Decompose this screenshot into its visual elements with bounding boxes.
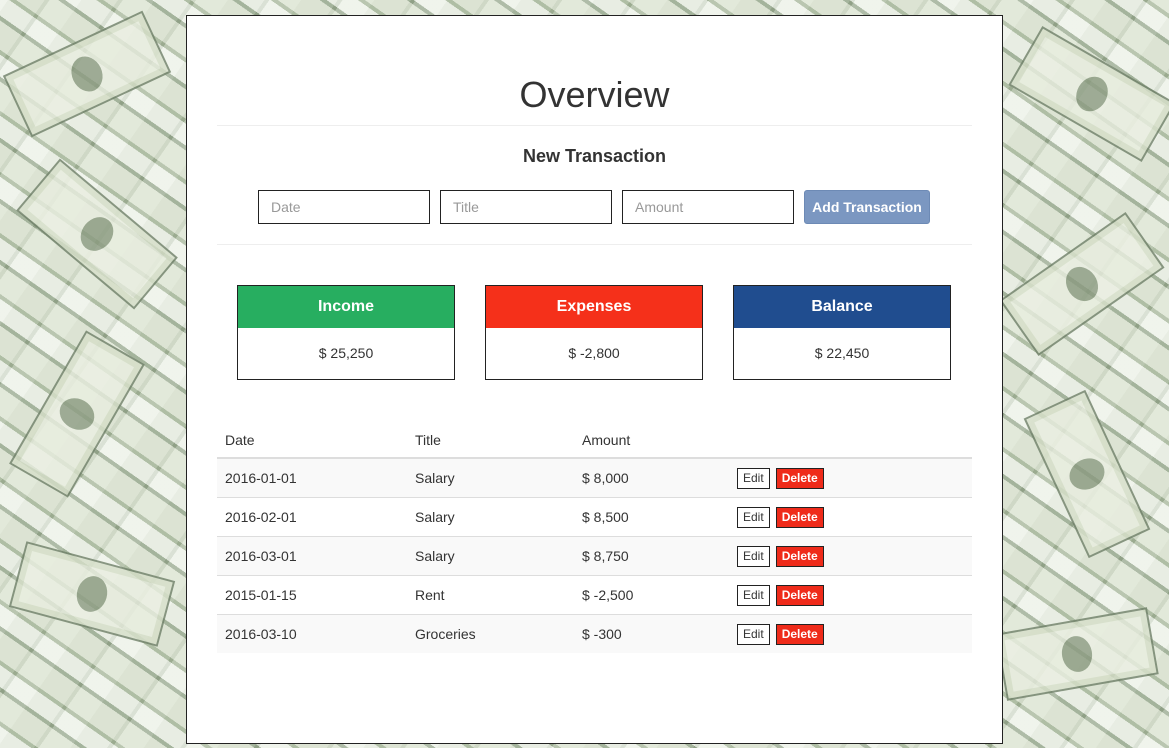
row-actions: Edit Delete bbox=[729, 497, 972, 537]
amount-input[interactable] bbox=[622, 190, 794, 224]
row-amount: $ -300 bbox=[574, 614, 729, 653]
table-row: 2016-02-01 Salary $ 8,500 Edit Delete bbox=[217, 497, 972, 537]
column-header-title: Title bbox=[407, 423, 574, 459]
banknote-image bbox=[999, 211, 1165, 357]
title-input[interactable] bbox=[440, 190, 612, 224]
income-value: $ 25,250 bbox=[318, 345, 374, 361]
banknote-image bbox=[995, 607, 1159, 701]
table-row: 2016-03-01 Salary $ 8,750 Edit Delete bbox=[217, 536, 972, 576]
table-row: 2016-03-10 Groceries $ -300 Edit Delete bbox=[217, 614, 972, 653]
expenses-card-header: Expenses bbox=[486, 286, 702, 328]
divider bbox=[217, 125, 972, 126]
edit-button[interactable]: Edit bbox=[737, 545, 770, 567]
main-panel: Overview New Transaction Add Transaction… bbox=[186, 15, 1003, 744]
row-actions: Edit Delete bbox=[729, 614, 972, 653]
row-title: Salary bbox=[407, 497, 574, 537]
row-date: 2016-03-10 bbox=[217, 614, 407, 653]
balance-card-header: Balance bbox=[734, 286, 950, 328]
balance-value: $ 22,450 bbox=[814, 345, 870, 361]
summary-cards: Income $ 25,250 Expenses $ -2,800 Balanc… bbox=[237, 285, 951, 380]
row-title: Rent bbox=[407, 575, 574, 615]
banknote-image bbox=[16, 158, 178, 310]
banknote-image bbox=[2, 10, 172, 138]
table-header-row: Date Title Amount bbox=[217, 423, 972, 459]
expenses-card: Expenses $ -2,800 bbox=[485, 285, 703, 380]
column-header-actions bbox=[729, 423, 972, 459]
divider bbox=[217, 244, 972, 245]
row-date: 2015-01-15 bbox=[217, 575, 407, 615]
column-header-amount: Amount bbox=[574, 423, 729, 459]
page-title: Overview bbox=[519, 74, 670, 115]
income-card-header: Income bbox=[238, 286, 454, 328]
row-title: Salary bbox=[407, 457, 574, 498]
row-title: Salary bbox=[407, 536, 574, 576]
table-row: 2015-01-15 Rent $ -2,500 Edit Delete bbox=[217, 575, 972, 615]
row-amount: $ -2,500 bbox=[574, 575, 729, 615]
table-row: 2016-01-01 Salary $ 8,000 Edit Delete bbox=[217, 457, 972, 498]
edit-button[interactable]: Edit bbox=[737, 623, 770, 645]
add-transaction-button[interactable]: Add Transaction bbox=[804, 190, 930, 224]
row-amount: $ 8,500 bbox=[574, 497, 729, 537]
date-input[interactable] bbox=[258, 190, 430, 224]
edit-button[interactable]: Edit bbox=[737, 584, 770, 606]
column-header-date: Date bbox=[217, 423, 407, 459]
delete-button[interactable]: Delete bbox=[775, 506, 824, 528]
row-date: 2016-03-01 bbox=[217, 536, 407, 576]
banknote-image bbox=[9, 330, 145, 498]
row-actions: Edit Delete bbox=[729, 536, 972, 576]
balance-card: Balance $ 22,450 bbox=[733, 285, 951, 380]
delete-button[interactable]: Delete bbox=[775, 623, 824, 645]
row-actions: Edit Delete bbox=[729, 575, 972, 615]
row-title: Groceries bbox=[407, 614, 574, 653]
income-card: Income $ 25,250 bbox=[237, 285, 455, 380]
row-amount: $ 8,000 bbox=[574, 457, 729, 498]
delete-button[interactable]: Delete bbox=[775, 545, 824, 567]
expenses-value: $ -2,800 bbox=[568, 345, 620, 361]
banknote-image bbox=[1023, 389, 1151, 559]
form-heading: New Transaction bbox=[522, 146, 667, 166]
transactions-table: Date Title Amount 2016-01-01 Salary $ 8,… bbox=[217, 423, 972, 653]
delete-button[interactable]: Delete bbox=[775, 467, 824, 489]
row-amount: $ 8,750 bbox=[574, 536, 729, 576]
row-date: 2016-02-01 bbox=[217, 497, 407, 537]
new-transaction-form: Add Transaction bbox=[258, 190, 930, 224]
row-date: 2016-01-01 bbox=[217, 457, 407, 498]
delete-button[interactable]: Delete bbox=[775, 584, 824, 606]
banknote-image bbox=[8, 541, 176, 647]
edit-button[interactable]: Edit bbox=[737, 506, 770, 528]
edit-button[interactable]: Edit bbox=[737, 467, 770, 489]
banknote-image bbox=[1008, 26, 1169, 162]
row-actions: Edit Delete bbox=[729, 457, 972, 498]
